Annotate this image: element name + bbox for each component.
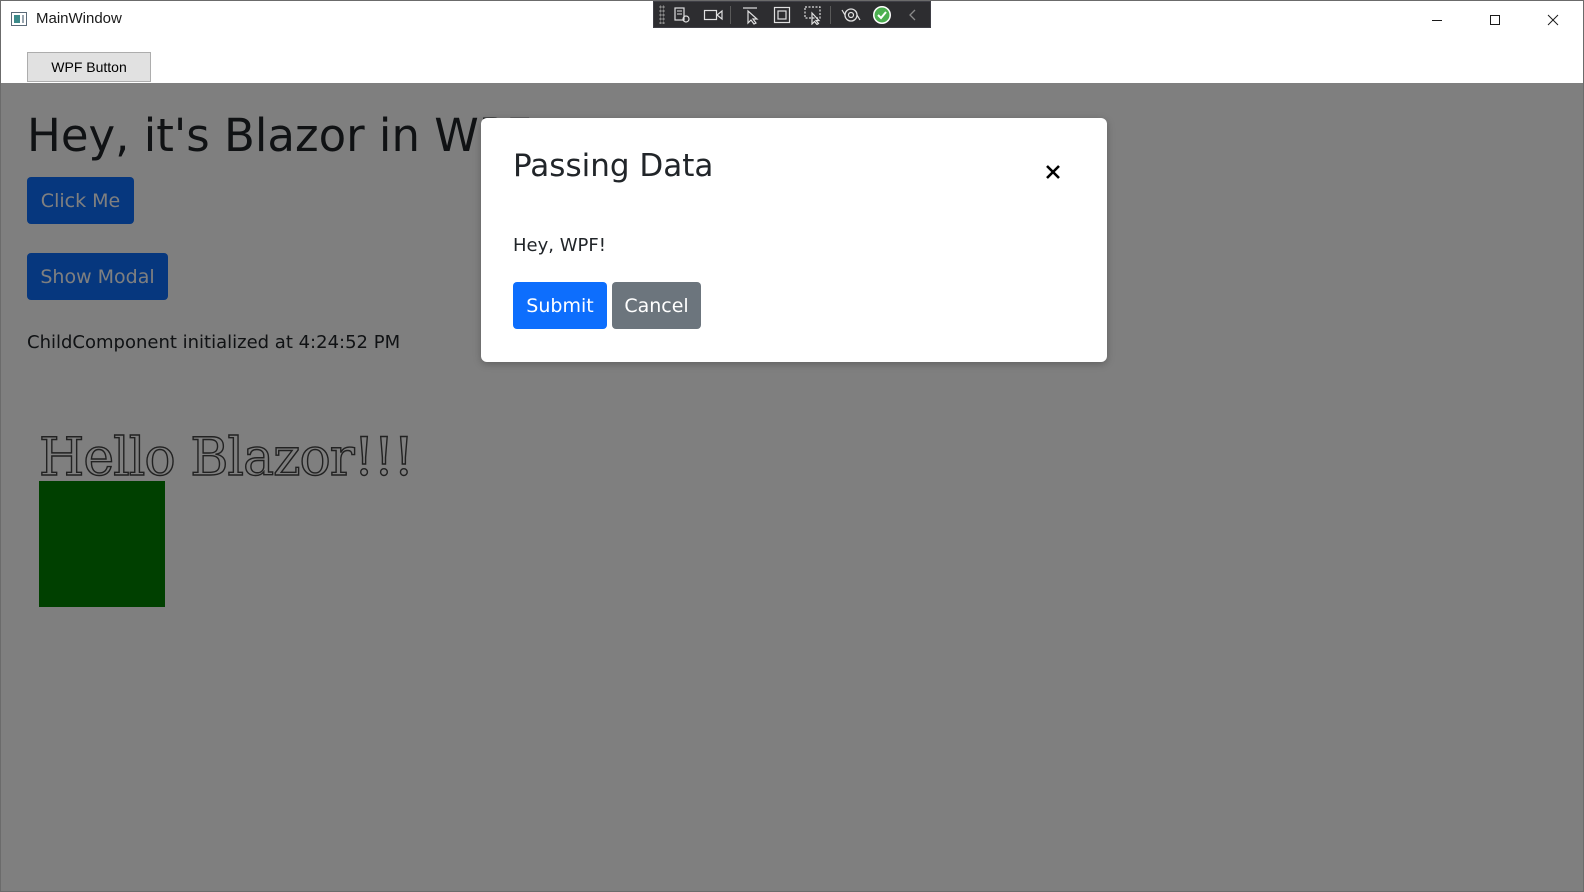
toolbar-separator	[830, 5, 831, 24]
submit-button[interactable]: Submit	[513, 282, 607, 329]
minimize-button[interactable]	[1408, 1, 1466, 39]
modal-body-text: Hey, WPF!	[513, 235, 606, 256]
toolbar-separator	[730, 5, 731, 24]
modal-title: Passing Data	[513, 148, 714, 184]
modal-dialog: Passing Data Hey, WPF! Submit Cancel	[481, 118, 1107, 362]
title-bar[interactable]: MainWindow	[1, 1, 1583, 39]
close-window-button[interactable]	[1524, 1, 1582, 39]
xaml-debug-toolbar	[653, 1, 931, 28]
close-icon	[1046, 165, 1060, 179]
select-element-icon[interactable]	[737, 3, 765, 27]
track-focus-icon[interactable]	[799, 3, 827, 27]
hot-reload-icon[interactable]	[837, 3, 865, 27]
window-title: MainWindow	[36, 10, 122, 27]
toolbar-grip[interactable]	[659, 5, 665, 24]
blazor-webview: Hey, it's Blazor in WPF! Click Me Show M…	[1, 83, 1583, 891]
minimize-icon	[1432, 20, 1442, 21]
check-circle-icon[interactable]	[868, 3, 896, 27]
live-visual-tree-icon[interactable]	[668, 3, 696, 27]
wpf-button[interactable]: WPF Button	[27, 52, 151, 82]
close-icon	[1547, 14, 1559, 26]
display-layout-adorners-icon[interactable]	[768, 3, 796, 27]
maximize-icon	[1490, 15, 1500, 25]
cancel-button[interactable]: Cancel	[612, 282, 701, 329]
video-camera-icon[interactable]	[699, 3, 727, 27]
main-window: MainWindow WPF Button Passing Data Hey, …	[0, 0, 1584, 892]
collapse-chevron-icon[interactable]	[899, 3, 927, 27]
modal-close-button[interactable]	[1041, 160, 1065, 184]
maximize-button[interactable]	[1466, 1, 1524, 39]
app-icon	[11, 12, 27, 26]
